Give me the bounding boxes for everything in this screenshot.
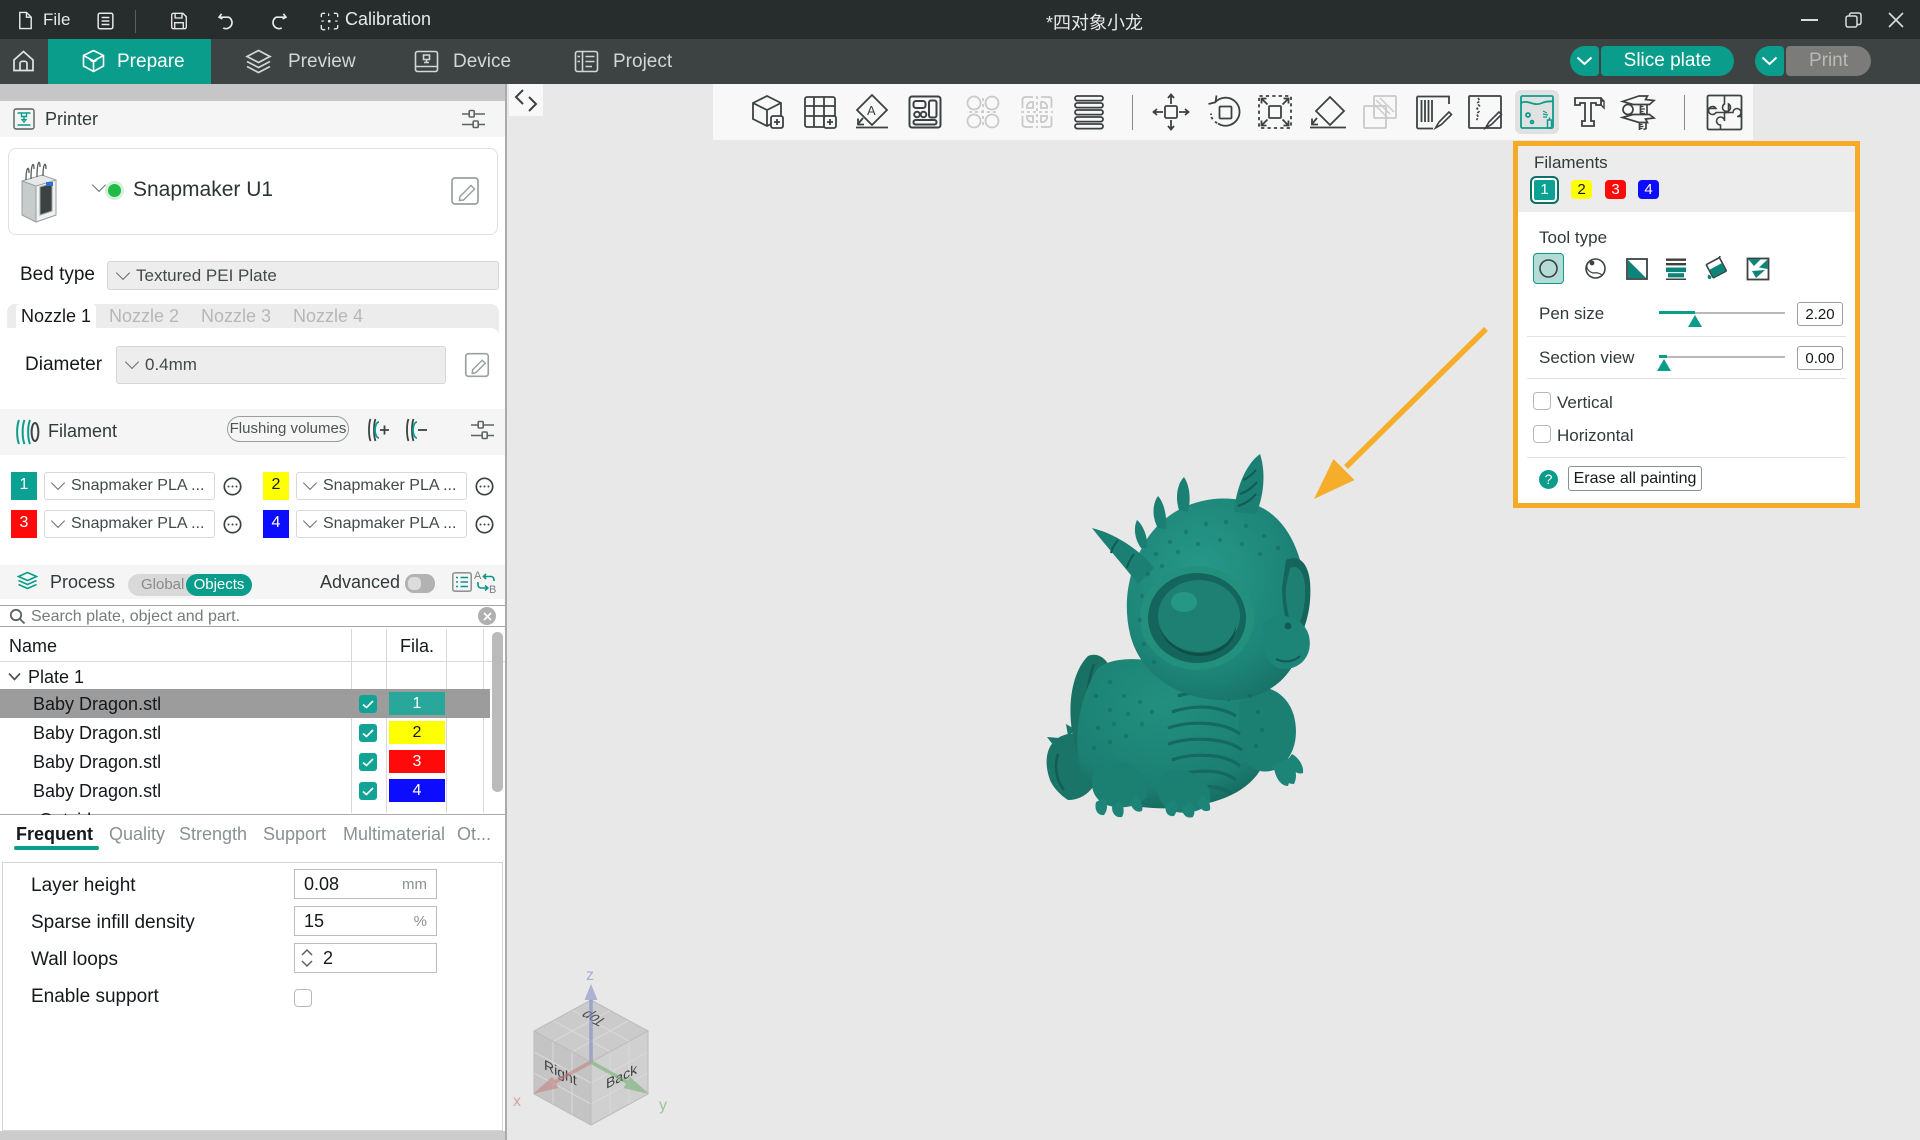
svg-text:A: A xyxy=(474,570,482,582)
svg-text:y: y xyxy=(659,1097,667,1114)
svg-text:z: z xyxy=(586,967,594,984)
svg-text:B: B xyxy=(489,584,496,595)
svg-text:x: x xyxy=(513,1093,521,1110)
svg-text:A: A xyxy=(867,103,876,118)
